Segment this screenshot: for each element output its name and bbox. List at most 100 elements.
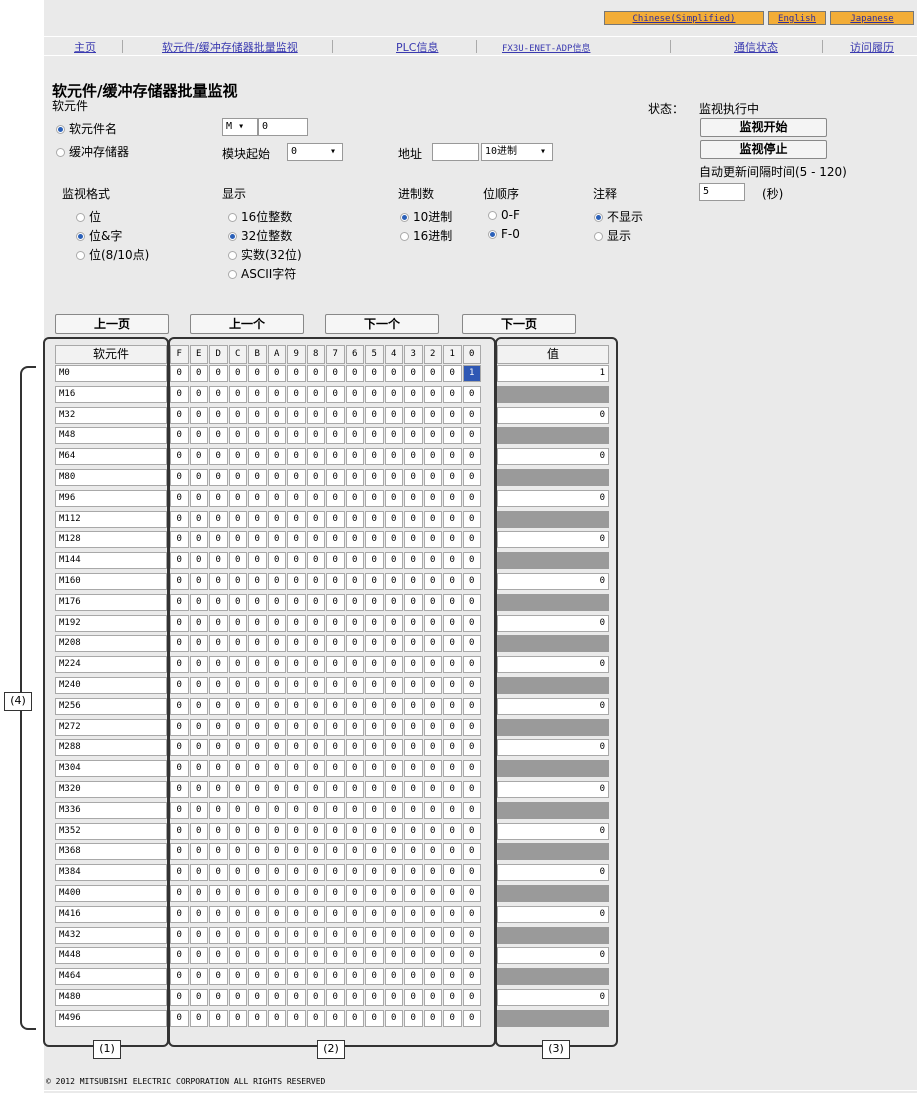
format-option[interactable]: 位 bbox=[76, 208, 149, 227]
address-input[interactable] bbox=[432, 143, 479, 161]
device-number-input[interactable]: 0 bbox=[258, 118, 308, 136]
lang-english-link[interactable]: English bbox=[768, 11, 826, 25]
device-type-select[interactable]: M ▾ bbox=[222, 118, 258, 136]
chevron-down-icon: ▾ bbox=[539, 146, 546, 157]
display-option-label: 实数(32位) bbox=[241, 248, 302, 262]
format-option-label: 位 bbox=[89, 210, 102, 224]
format-radio[interactable] bbox=[76, 251, 85, 260]
bitorder-option[interactable]: 0-F bbox=[488, 208, 520, 227]
chevron-down-icon: ▾ bbox=[238, 121, 245, 132]
display-radio[interactable] bbox=[228, 270, 237, 279]
nav-separator bbox=[822, 40, 823, 53]
radix-radio[interactable] bbox=[400, 232, 409, 241]
nav-separator bbox=[670, 40, 671, 53]
display-option-label: 32位整数 bbox=[241, 229, 293, 243]
next-page-button[interactable]: 下一页 bbox=[462, 314, 576, 334]
next-item-button[interactable]: 下一个 bbox=[325, 314, 439, 334]
interval-input[interactable]: 5 bbox=[699, 183, 745, 201]
nav-separator bbox=[476, 40, 477, 53]
display-radio[interactable] bbox=[228, 213, 237, 222]
bitorder-radio[interactable] bbox=[488, 211, 497, 220]
format-radio[interactable] bbox=[76, 232, 85, 241]
device-name-radio[interactable] bbox=[56, 125, 65, 134]
callout-label-1: (1) bbox=[93, 1040, 121, 1059]
display-label: 显示 bbox=[222, 187, 247, 201]
radix-label: 进制数 bbox=[398, 187, 435, 201]
display-radio[interactable] bbox=[228, 251, 237, 260]
device-name-radio-label: 软元件名 bbox=[69, 122, 118, 136]
nav-comm-status[interactable]: 通信状态 bbox=[734, 39, 778, 55]
nav-bar: 主页 软元件/缓冲存储器批量监视 PLC信息 FX3U-ENET-ADP信息 通… bbox=[44, 36, 917, 56]
address-label: 地址 bbox=[398, 147, 423, 161]
bitorder-option-label: 0-F bbox=[501, 208, 520, 222]
comment-option-label: 不显示 bbox=[607, 210, 644, 224]
comment-option[interactable]: 不显示 bbox=[594, 208, 643, 227]
bitorder-radio[interactable] bbox=[488, 230, 497, 239]
nav-separator bbox=[122, 40, 123, 53]
callout-label-2: (2) bbox=[317, 1040, 345, 1059]
comment-label: 注释 bbox=[593, 187, 618, 201]
radix-option[interactable]: 10进制 bbox=[400, 208, 452, 227]
radix-option[interactable]: 16进制 bbox=[400, 227, 452, 246]
monitor-stop-button[interactable]: 监视停止 bbox=[700, 140, 827, 159]
format-option[interactable]: 位&字 bbox=[76, 227, 149, 246]
lang-japanese-link[interactable]: Japanese bbox=[830, 11, 914, 25]
lang-chinese-link[interactable]: Chinese(Simplified) bbox=[604, 11, 764, 25]
module-start-value: 0 bbox=[291, 146, 298, 157]
device-type-value: M bbox=[226, 121, 233, 132]
prev-item-button[interactable]: 上一个 bbox=[190, 314, 304, 334]
status-value: 监视执行中 bbox=[699, 102, 760, 116]
display-option[interactable]: 32位整数 bbox=[228, 227, 302, 246]
radix-option-label: 16进制 bbox=[413, 229, 453, 243]
nav-enet-adp-info[interactable]: FX3U-ENET-ADP信息 bbox=[502, 41, 590, 54]
interval-unit: (秒) bbox=[762, 187, 784, 201]
bitorder-option-label: F-0 bbox=[501, 227, 520, 241]
display-option[interactable]: 实数(32位) bbox=[228, 246, 302, 265]
callout-bracket-device bbox=[43, 337, 169, 1047]
buffer-memory-radio[interactable] bbox=[56, 148, 65, 157]
comment-option[interactable]: 显示 bbox=[594, 227, 643, 246]
comment-radio[interactable] bbox=[594, 213, 603, 222]
format-label: 监视格式 bbox=[62, 187, 111, 201]
format-options: 位位&字位(8/10点) bbox=[76, 208, 149, 265]
module-start-select[interactable]: 0 ▾ bbox=[287, 143, 343, 161]
nav-access-history[interactable]: 访问履历 bbox=[850, 39, 894, 55]
interval-label: 自动更新间隔时间(5 - 120) bbox=[699, 165, 847, 179]
radix-options: 10进制 16进制 bbox=[400, 208, 452, 246]
display-option-label: ASCII字符 bbox=[241, 267, 297, 281]
callout-bracket-bits bbox=[168, 337, 496, 1047]
buffer-memory-option[interactable]: 缓冲存储器 bbox=[56, 143, 129, 160]
footer-copyright: © 2012 MITSUBISHI ELECTRIC CORPORATION A… bbox=[46, 1077, 326, 1086]
comment-radio[interactable] bbox=[594, 232, 603, 241]
radix-option-label: 10进制 bbox=[413, 210, 453, 224]
target-label: 软元件 bbox=[52, 99, 89, 113]
address-radix-value: 10进制 bbox=[485, 146, 518, 157]
bitorder-label: 位顺序 bbox=[483, 187, 520, 201]
bitorder-option[interactable]: F-0 bbox=[488, 227, 520, 246]
footer-divider bbox=[44, 1090, 917, 1091]
radix-radio[interactable] bbox=[400, 213, 409, 222]
display-option[interactable]: 16位整数 bbox=[228, 208, 302, 227]
chevron-down-icon: ▾ bbox=[329, 146, 336, 157]
bitorder-options: 0-F F-0 bbox=[488, 208, 520, 246]
callout-label-3: (3) bbox=[542, 1040, 570, 1059]
device-name-option[interactable]: 软元件名 bbox=[56, 120, 117, 137]
address-radix-select[interactable]: 10进制 ▾ bbox=[481, 143, 553, 161]
nav-plc-info[interactable]: PLC信息 bbox=[396, 39, 438, 55]
display-options: 16位整数 32位整数实数(32位) ASCII字符 bbox=[228, 208, 302, 284]
format-radio[interactable] bbox=[76, 213, 85, 222]
monitor-start-button[interactable]: 监视开始 bbox=[700, 118, 827, 137]
nav-device-monitor[interactable]: 软元件/缓冲存储器批量监视 bbox=[162, 39, 298, 55]
display-option[interactable]: ASCII字符 bbox=[228, 265, 302, 284]
display-radio[interactable] bbox=[228, 232, 237, 241]
status-label: 状态： bbox=[648, 102, 685, 116]
nav-home[interactable]: 主页 bbox=[74, 39, 96, 55]
buffer-memory-radio-label: 缓冲存储器 bbox=[69, 145, 130, 159]
format-option[interactable]: 位(8/10点) bbox=[76, 246, 149, 265]
format-option-label: 位&字 bbox=[89, 229, 123, 243]
display-option-label: 16位整数 bbox=[241, 210, 293, 224]
prev-page-button[interactable]: 上一页 bbox=[55, 314, 169, 334]
module-start-label: 模块起始 bbox=[222, 147, 271, 161]
nav-separator bbox=[332, 40, 333, 53]
comment-option-label: 显示 bbox=[607, 229, 632, 243]
